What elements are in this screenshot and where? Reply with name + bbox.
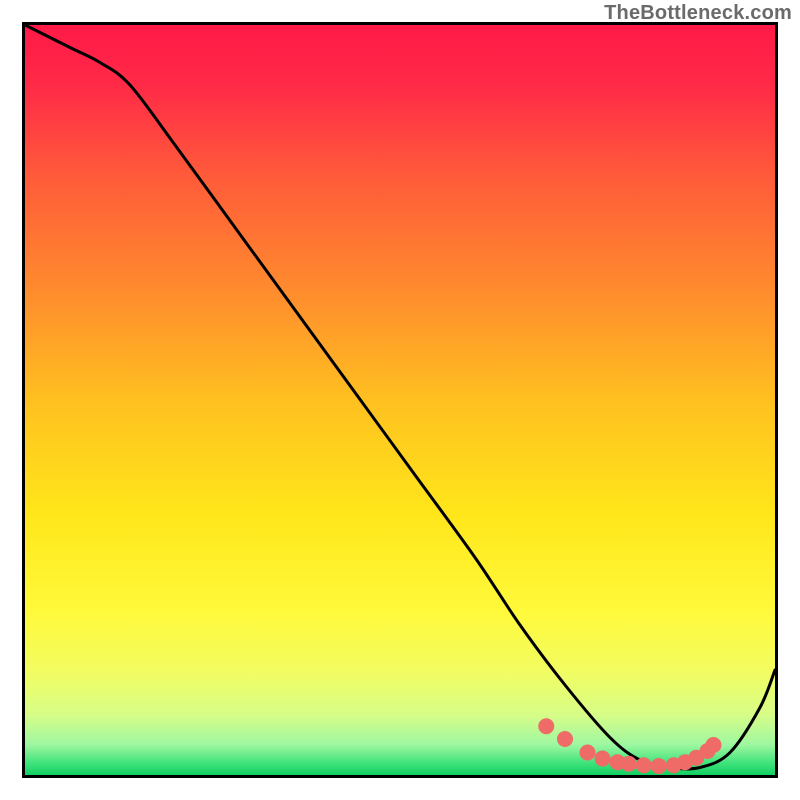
marker-point [580,745,596,761]
marker-point [636,757,652,773]
marker-point [538,718,554,734]
plot-area [22,22,778,778]
marker-point [706,737,722,753]
bottleneck-curve [25,25,775,769]
highlighted-points [538,718,721,774]
marker-point [651,758,667,774]
curve-layer [25,25,775,775]
chart-container: TheBottleneck.com [0,0,800,800]
marker-point [557,731,573,747]
marker-point [595,751,611,767]
marker-point [621,756,637,772]
